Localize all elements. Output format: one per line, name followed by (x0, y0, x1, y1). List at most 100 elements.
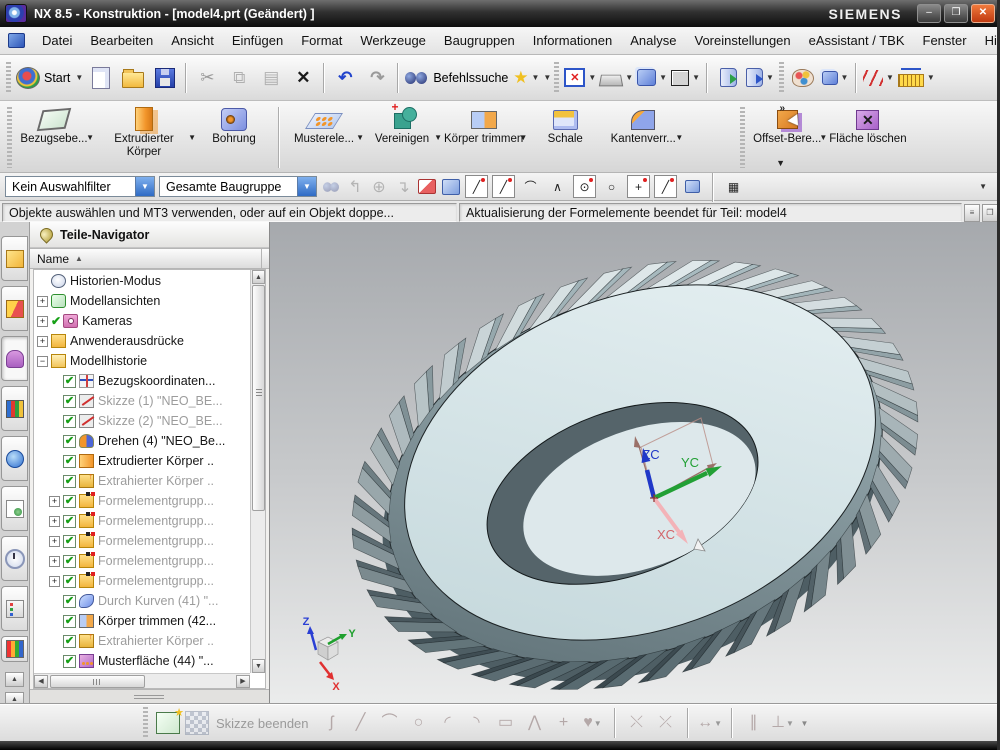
menu-item-format[interactable]: Format (292, 33, 351, 48)
interpart-constraints-button[interactable]: ▼ (861, 61, 896, 95)
close-button[interactable]: ✕ (971, 4, 995, 23)
vertical-scrollbar[interactable]: ▲ ▼ (250, 270, 265, 673)
feature-checkbox[interactable]: ✔ (63, 475, 76, 488)
toolbar-options-icon[interactable]: ▼ (543, 73, 551, 82)
quick-trim-button[interactable]: ⤬ (625, 711, 649, 735)
delete-button[interactable]: ✕ (287, 61, 319, 95)
sort-ascending-icon[interactable]: ▲ (75, 254, 83, 263)
open-button[interactable] (117, 61, 149, 95)
tree-row[interactable]: +✔Formelementgrupp... (34, 491, 250, 511)
feature-checkbox[interactable]: ✔ (63, 395, 76, 408)
toolbar-grip[interactable] (6, 62, 11, 94)
selection-filter-dropdown[interactable]: Kein Auswahlfilter ▼ (5, 176, 155, 197)
circle-tool-button[interactable]: ○ (407, 711, 431, 735)
minimize-button[interactable]: – (917, 4, 941, 23)
snap-midpoint-button[interactable]: ╱ (492, 175, 515, 198)
panel-resize-sash[interactable] (30, 689, 269, 704)
measure-button[interactable]: ▼ (896, 61, 937, 95)
quick-extend-button[interactable]: ⤫ (654, 711, 678, 735)
toolbar-overflow-icon[interactable]: » (779, 103, 785, 114)
tree-expander-icon[interactable]: + (37, 296, 48, 307)
menu-item-analyse[interactable]: Analyse (621, 33, 685, 48)
constraint-navigator-tab[interactable] (1, 286, 28, 331)
offset-region-button[interactable]: Offset-Bere...▼ (748, 103, 826, 147)
role-palette-button[interactable] (787, 61, 819, 95)
feature-checkbox[interactable]: ✔ (63, 655, 76, 668)
snap-intersection-button[interactable]: + (627, 175, 650, 198)
toolbar-options-icon[interactable]: ▼ (979, 182, 987, 191)
feature-checkbox[interactable]: ✔ (63, 595, 76, 608)
toolbar-grip[interactable] (779, 62, 784, 94)
tree-expander-icon[interactable]: − (37, 356, 48, 367)
selection-scope-dropdown[interactable]: Gesamte Baugruppe ▼ (159, 176, 317, 197)
snap-quadrant-button[interactable]: ○ (600, 175, 623, 198)
status-scroll-icon[interactable]: ≡ (964, 204, 980, 222)
pushpin-icon[interactable] (37, 225, 55, 243)
feature-checkbox[interactable]: ✔ (63, 635, 76, 648)
feature-checkbox[interactable]: ✔ (63, 435, 76, 448)
toolbar-grip[interactable] (7, 107, 12, 168)
tree-row[interactable]: ✔Drehen (4) "NEO_Be... (34, 431, 250, 451)
feature-checkbox[interactable]: ✔ (63, 515, 76, 528)
hole-button[interactable]: Bohrung (195, 103, 273, 147)
menu-item-eassistant-tbk[interactable]: eAssistant / TBK (800, 33, 914, 48)
cut-button[interactable]: ✂ (191, 61, 223, 95)
menu-item-werkzeuge[interactable]: Werkzeuge (351, 33, 435, 48)
tree-row[interactable]: +Modellansichten (34, 291, 250, 311)
tree-expander-icon[interactable]: + (49, 496, 60, 507)
web-browser-tab[interactable] (1, 486, 28, 531)
maximize-button[interactable]: ❒ (944, 4, 968, 23)
tree-row[interactable]: +✔Formelementgrupp... (34, 531, 250, 551)
snap-control-point-button[interactable]: ⌒ (519, 175, 542, 198)
datum-plane-button[interactable]: Bezugsebe...▼ (15, 103, 93, 147)
hd3d-tools-tab[interactable] (1, 436, 28, 481)
column-divider[interactable] (261, 249, 269, 268)
pattern-feature-button[interactable]: Musterele...▼ (285, 103, 363, 147)
feature-checkbox[interactable]: ✔ (63, 455, 76, 468)
tree-column-header[interactable]: Name ▲ (30, 248, 269, 269)
tree-row[interactable]: +✔Formelementgrupp... (34, 551, 250, 571)
snap-point-on-face-button[interactable] (681, 175, 704, 198)
rectangle-tool-button[interactable]: ▭ (494, 711, 518, 735)
system-materials-tab[interactable] (1, 636, 28, 662)
toolbar-grip[interactable] (143, 707, 148, 739)
line-tool-button[interactable]: ╱ (349, 711, 373, 735)
scroll-left-icon[interactable]: ◀ (34, 675, 48, 688)
snap-tangent-button[interactable]: ∧ (546, 175, 569, 198)
menu-item-voreinstellungen[interactable]: Voreinstellungen (686, 33, 800, 48)
show-hide-button[interactable]: ▼ (819, 61, 851, 95)
tree-expander-icon[interactable]: + (37, 336, 48, 347)
tree-expander-icon[interactable]: + (49, 576, 60, 587)
part-navigator-tab[interactable] (1, 336, 28, 381)
snap-point-on-curve-button[interactable]: ╱ (654, 175, 677, 198)
chamfer-tool-button[interactable]: ◝ (465, 711, 489, 735)
roles-tab[interactable] (1, 586, 28, 631)
menu-item-ansicht[interactable]: Ansicht (162, 33, 223, 48)
finish-sketch-button[interactable] (185, 711, 209, 735)
polyline-tool-button[interactable]: ⋀ (523, 711, 547, 735)
offset-curve-button[interactable]: ♥▼ (581, 711, 605, 735)
tree-row[interactable]: ✔Extrudierter Körper .. (34, 451, 250, 471)
tree-expander-icon[interactable]: + (49, 516, 60, 527)
tree-row[interactable]: ✔Durch Kurven (41) "... (34, 591, 250, 611)
save-button[interactable] (149, 61, 181, 95)
shaded-view-button[interactable]: ▼ (635, 61, 669, 95)
history-tab[interactable] (1, 536, 28, 581)
toolbar-options-icon[interactable]: ▼ (801, 719, 809, 728)
scrollbar-thumb[interactable] (252, 285, 265, 511)
scrollbar-thumb[interactable] (50, 675, 145, 688)
shell-button[interactable]: Schale (526, 103, 604, 147)
tree-row[interactable]: ✔Skizze (1) "NEO_BE... (34, 391, 250, 411)
feature-checkbox[interactable]: ✔ (63, 415, 76, 428)
perpendicular-constraint-button[interactable]: ⊥▼ (771, 711, 795, 735)
tree-expander-icon[interactable]: + (37, 316, 48, 327)
trim-body-button[interactable]: Körper trimmen▼ (441, 103, 526, 147)
render-style-button[interactable]: ▼ (598, 61, 635, 95)
shaded-select-icon[interactable] (441, 178, 461, 196)
edge-blend-button[interactable]: Kantenverr...▼ (604, 103, 682, 147)
command-finder-button[interactable]: Befehlssuche (403, 61, 510, 95)
tree-row[interactable]: ✔Bezugskoordinaten... (34, 371, 250, 391)
undo-button[interactable]: ↶ (329, 61, 361, 95)
paste-button[interactable]: ▤ (255, 61, 287, 95)
feature-checkbox[interactable]: ✔ (63, 535, 76, 548)
